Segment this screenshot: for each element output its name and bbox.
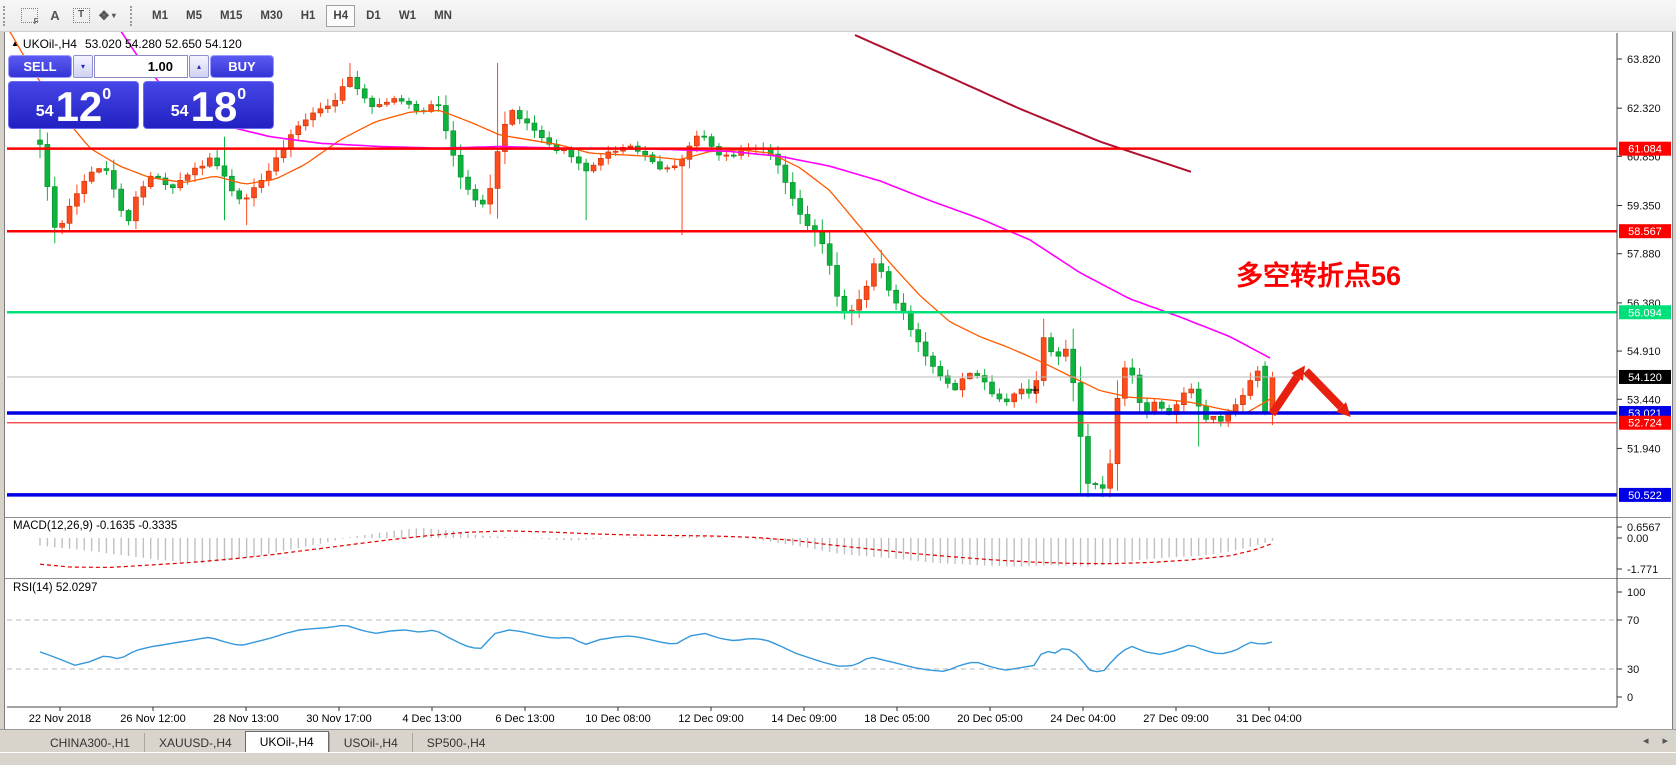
- chart-symbol-title: ▲ UKOil-,H4 53.020 54.280 52.650 54.120: [11, 37, 242, 51]
- shapes-icon: ❖: [98, 7, 110, 23]
- one-click-trading-widget: SELL ▾ ▴ BUY 54 12 0 54 18 0: [8, 55, 274, 132]
- buy-price-prefix: 54: [170, 103, 189, 120]
- status-bar: [0, 752, 1676, 765]
- chart-frame-icon: F: [20, 8, 39, 26]
- text-label-button[interactable]: A: [42, 4, 68, 28]
- rsi-indicator-label: RSI(14) 52.0297: [13, 582, 98, 594]
- text-box-icon: T: [72, 8, 90, 23]
- top-toolbar: F A T ❖ ▾ M1 M5 M15 M30 H1 H4 D1 W1 MN: [0, 0, 1676, 32]
- timeframe-button-group: M1 M5 M15 M30 H1 H4 D1 W1 MN: [143, 4, 461, 27]
- timeframe-button-mn[interactable]: MN: [427, 5, 459, 27]
- macd-indicator-label: MACD(12,26,9) -0.1635 -0.3335: [13, 520, 178, 532]
- text-box-button[interactable]: T: [68, 4, 94, 28]
- timeframe-button-m5[interactable]: M5: [179, 5, 209, 27]
- timeframe-button-m15[interactable]: M15: [213, 5, 249, 27]
- tabs-container: CHINA300-,H1 XAUUSD-,H4 UKOil-,H4 USOil-,H4…: [36, 731, 499, 753]
- tab-scroll-right-icon[interactable]: ▸: [1662, 734, 1668, 747]
- chart-tab-xauusd-h4[interactable]: XAUUSD-,H4: [144, 733, 246, 753]
- volume-decrease-button[interactable]: ▾: [73, 55, 93, 78]
- timeframe-button-d1[interactable]: D1: [359, 5, 388, 27]
- timeframe-button-h4[interactable]: H4: [326, 4, 356, 27]
- collapse-arrow-icon[interactable]: ▲: [11, 39, 19, 48]
- shapes-button[interactable]: ❖ ▾: [94, 4, 120, 28]
- volume-increase-button[interactable]: ▴: [189, 55, 209, 78]
- buy-price-sup: 0: [237, 86, 247, 103]
- chart-tab-bar: CHINA300-,H1 XAUUSD-,H4 UKOil-,H4 USOil-,H4…: [0, 729, 1676, 753]
- chart-annotation-text: 多空转折点56: [1236, 261, 1402, 291]
- volume-input[interactable]: [94, 55, 188, 78]
- buy-button[interactable]: BUY: [210, 55, 274, 78]
- sell-button[interactable]: SELL: [8, 55, 72, 78]
- symbol-name: UKOil-,H4: [22, 37, 77, 51]
- sell-price-sup: 0: [102, 86, 112, 103]
- timeframe-button-h1[interactable]: H1: [294, 5, 323, 27]
- ohlc-values: 53.020 54.280 52.650 54.120: [84, 37, 242, 51]
- timeframe-button-m1[interactable]: M1: [145, 5, 175, 27]
- chevron-down-icon: ▾: [111, 11, 116, 20]
- toolbar-grip-2[interactable]: [130, 5, 137, 26]
- timeframe-button-w1[interactable]: W1: [392, 5, 423, 27]
- timeframe-button-m30[interactable]: M30: [253, 5, 289, 27]
- chart-tab-usoil-h4[interactable]: USOil-,H4: [328, 733, 412, 753]
- chart-tab-sp500-h4[interactable]: SP500-,H4: [411, 733, 500, 753]
- chart-tab-ukoil-h4[interactable]: UKOil-,H4: [244, 731, 329, 753]
- sell-price-panel[interactable]: 54 12 0: [8, 81, 139, 129]
- chart-window[interactable]: [4, 31, 1673, 752]
- toolbar-grip[interactable]: [3, 5, 10, 26]
- buy-price-panel[interactable]: 54 18 0: [143, 81, 274, 129]
- sell-price-prefix: 54: [35, 103, 54, 120]
- chart-frame-button[interactable]: F: [16, 4, 42, 28]
- tab-scroll-left-icon[interactable]: ◂: [1643, 734, 1649, 747]
- buy-price-big: 18: [190, 83, 238, 131]
- text-label-icon: A: [50, 8, 60, 23]
- chart-tab-china300-h1[interactable]: CHINA300-,H1: [36, 733, 144, 753]
- sell-price-big: 12: [55, 83, 103, 131]
